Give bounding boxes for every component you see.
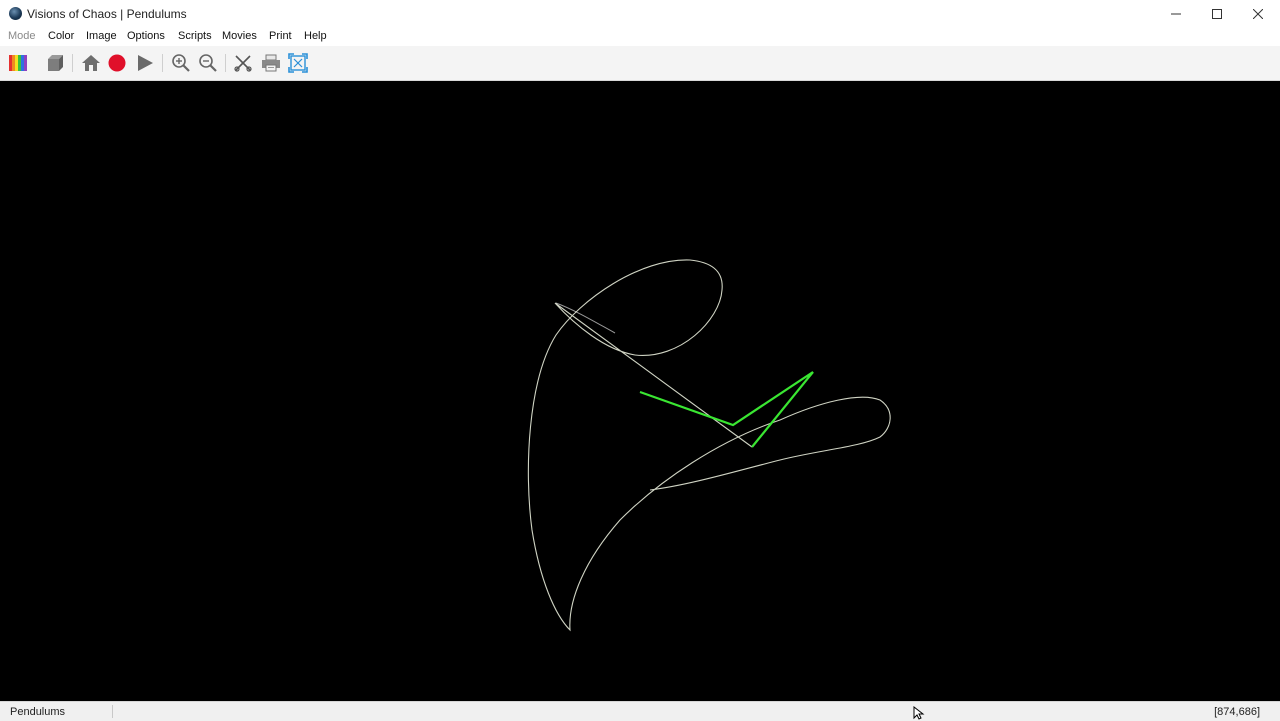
toolbar [0,46,1280,81]
menu-help[interactable]: Help [304,30,327,42]
pendulum-drawing [527,259,891,632]
status-bar: Pendulums [874,686] [0,701,1280,721]
close-button[interactable] [1237,0,1278,28]
minimize-icon [1170,13,1181,15]
home-button[interactable] [80,52,102,74]
toolbar-separator [225,54,226,72]
menu-options[interactable]: Options [127,30,165,42]
cube-button[interactable] [44,52,66,74]
zoom-in-button[interactable] [170,52,192,74]
status-mode: Pendulums [10,706,66,718]
print-icon [262,54,280,72]
maximize-button[interactable] [1196,0,1237,28]
fullscreen-icon [288,53,308,73]
zoom-in-icon [172,54,190,72]
title-bar[interactable]: Visions of Chaos | Pendulums [0,0,1280,28]
record-button[interactable] [106,52,128,74]
fullscreen-button[interactable] [287,52,309,74]
maximize-icon [1211,9,1222,19]
crop-button[interactable] [232,52,254,74]
toolbar-separator [72,54,73,72]
menu-bar: Mode Color Image Options Scripts Movies … [0,28,1280,46]
play-button[interactable] [134,52,156,74]
record-icon [108,54,126,72]
zoom-out-button[interactable] [197,52,219,74]
pendulum-arm [639,371,814,448]
menu-scripts[interactable]: Scripts [178,30,212,42]
mouse-cursor-icon [913,706,925,720]
window-title: Visions of Chaos | Pendulums [27,7,187,21]
menu-color[interactable]: Color [48,30,74,42]
pendulum-trail-faint [555,302,616,334]
app-icon [9,7,22,20]
cube-icon [48,55,63,71]
menu-image[interactable]: Image [86,30,117,42]
menu-movies[interactable]: Movies [222,30,257,42]
menu-mode[interactable]: Mode [8,30,36,42]
palette-button[interactable] [7,52,29,74]
home-icon [82,55,100,71]
render-canvas[interactable] [0,81,1280,701]
minimize-button[interactable] [1155,0,1196,28]
close-icon [1252,9,1263,19]
palette-icon [9,55,27,71]
play-icon [138,55,153,71]
status-coords: [874,686] [1214,706,1260,718]
zoom-out-icon [199,54,217,72]
print-button[interactable] [260,52,282,74]
crop-icon [234,55,252,72]
toolbar-separator [162,54,163,72]
menu-print[interactable]: Print [269,30,292,42]
status-divider [112,705,113,718]
